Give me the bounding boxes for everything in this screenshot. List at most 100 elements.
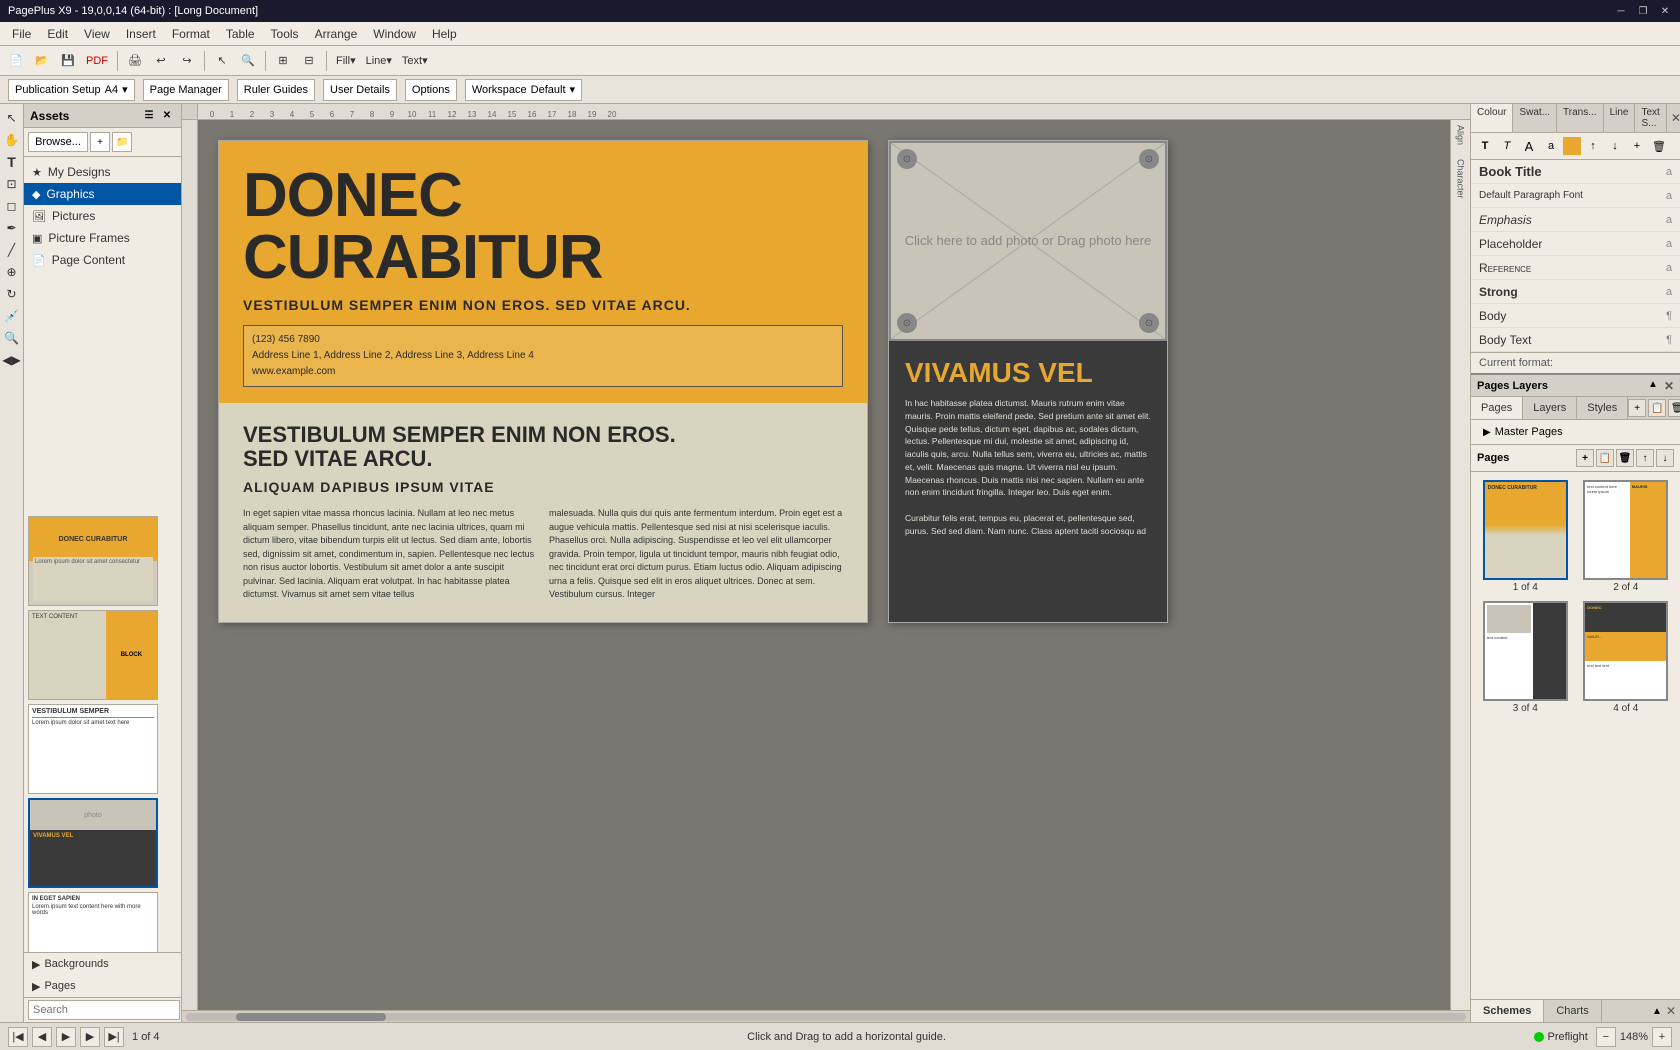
crop-tool[interactable]: ⊕ <box>2 262 22 282</box>
snap-btn[interactable]: ⊞ <box>271 49 295 73</box>
eyedropper-tool[interactable]: 💉 <box>2 306 22 326</box>
text-btn[interactable]: Text ▾ <box>398 49 432 73</box>
redo-btn[interactable]: ↪ <box>175 49 199 73</box>
h-scrollbar[interactable] <box>198 1010 1470 1022</box>
menu-view[interactable]: View <box>76 25 118 43</box>
ruler-guides-btn[interactable]: Ruler Guides <box>237 79 315 101</box>
assets-close-btn[interactable]: ✕ <box>159 108 175 124</box>
page-1[interactable]: DONEC CURABITUR VESTIBULUM SEMPER ENIM N… <box>218 140 868 623</box>
menu-edit[interactable]: Edit <box>39 25 76 43</box>
ts-btn-A-upper[interactable]: A <box>1519 136 1539 156</box>
user-details-btn[interactable]: User Details <box>323 79 397 101</box>
page-thumb-2[interactable]: text content here lorem ipsum MAURIS 2 o… <box>1580 480 1673 593</box>
undo-btn[interactable]: ↩ <box>149 49 173 73</box>
pages-up-btn[interactable]: ↑ <box>1636 449 1654 467</box>
ts-placeholder[interactable]: Placeholder a <box>1471 232 1680 256</box>
pl-btn-2[interactable]: 📋 <box>1648 399 1666 417</box>
workspace-btn[interactable]: Workspace Default ▾ <box>465 79 582 101</box>
canvas-area[interactable]: 0 1 2 3 4 5 6 7 8 9 10 11 12 13 14 15 16… <box>182 104 1470 1022</box>
new-btn[interactable]: 📄 <box>4 49 28 73</box>
photo-frame[interactable]: ⊙ ⊙ ⊙ ⊙ Click here to add photo or Drag … <box>889 141 1167 341</box>
menu-help[interactable]: Help <box>424 25 465 43</box>
search-input[interactable] <box>28 1000 180 1020</box>
publication-setup-btn[interactable]: Publication Setup A4 ▾ <box>8 79 135 101</box>
menu-window[interactable]: Window <box>365 25 424 43</box>
open-btn[interactable]: 📂 <box>30 49 54 73</box>
zoom-out-btn[interactable]: − <box>1596 1027 1616 1047</box>
fill-btn[interactable]: Fill ▾ <box>332 49 360 73</box>
line-btn[interactable]: Line ▾ <box>362 49 396 73</box>
tab-swatches[interactable]: Swat... <box>1513 104 1557 132</box>
page-thumb-1[interactable]: DONEC CURABITUR 1 of 4 <box>1479 480 1572 593</box>
pages-close-btn[interactable]: ✕ <box>1664 379 1674 393</box>
tab-transparency[interactable]: Trans... <box>1557 104 1604 132</box>
tab-colour[interactable]: Colour <box>1471 104 1513 132</box>
pl-tab-styles[interactable]: Styles <box>1577 397 1628 419</box>
tab-textstyles[interactable]: Text S... <box>1635 104 1666 132</box>
thumb-5[interactable]: IN EGET SAPIEN Lorem ipsum text content … <box>28 892 158 952</box>
print-btn[interactable]: 🖨 <box>123 49 147 73</box>
ts-btn-T2[interactable]: T <box>1497 136 1517 156</box>
menu-insert[interactable]: Insert <box>118 25 164 43</box>
tab-line[interactable]: Line <box>1604 104 1636 132</box>
zoom-btn[interactable]: 🔍 <box>236 49 260 73</box>
browse-btn[interactable]: Browse... <box>28 132 88 152</box>
pages-copy-btn[interactable]: 📋 <box>1596 449 1614 467</box>
pan-tool[interactable]: ✋ <box>2 130 22 150</box>
prev-page-btn[interactable]: ◀ <box>32 1027 52 1047</box>
top-panel-close[interactable]: ✕ <box>1671 111 1680 125</box>
pages-del-btn[interactable]: 🗑 <box>1616 449 1634 467</box>
thumb-2[interactable]: TEXT CONTENT BLOCK <box>28 610 158 700</box>
tab-charts[interactable]: Charts <box>1544 1000 1601 1022</box>
ts-btn-down[interactable]: ↓ <box>1605 136 1625 156</box>
ts-btn-up[interactable]: ↑ <box>1583 136 1603 156</box>
ts-btn-new[interactable]: + <box>1627 136 1647 156</box>
grid-btn[interactable]: ⊟ <box>297 49 321 73</box>
thumb-3[interactable]: VESTIBULUM SEMPER Lorem ipsum dolor sit … <box>28 704 158 794</box>
options-btn[interactable]: Options <box>405 79 457 101</box>
schemes-close[interactable]: ✕ <box>1666 1004 1676 1018</box>
schemes-expand[interactable]: ▲ <box>1652 1006 1662 1017</box>
menu-tools[interactable]: Tools <box>263 25 307 43</box>
menu-file[interactable]: File <box>4 25 39 43</box>
backgrounds-section[interactable]: ▶ Backgrounds <box>24 953 181 975</box>
shape-tool[interactable]: ◻ <box>2 196 22 216</box>
tab-schemes[interactable]: Schemes <box>1471 1000 1544 1022</box>
pen-tool[interactable]: ✒ <box>2 218 22 238</box>
assets-add-btn[interactable]: + <box>90 132 110 152</box>
ts-body-text[interactable]: Body Text ¶ <box>1471 328 1680 352</box>
thumb-1[interactable]: DONEC CURABITUR Lorem ipsum dolor sit am… <box>28 516 158 606</box>
ts-btn-a-lower[interactable]: a <box>1541 136 1561 156</box>
ts-body[interactable]: Body ¶ <box>1471 304 1680 328</box>
frame-tool[interactable]: ⊡ <box>2 174 22 194</box>
pages-section[interactable]: ▶ Pages <box>24 975 181 997</box>
first-page-btn[interactable]: |◀ <box>8 1027 28 1047</box>
next-page-btn[interactable]: ▶ <box>80 1027 100 1047</box>
thumb-4[interactable]: photo VIVAMUS VEL <box>28 798 158 888</box>
last-page-btn[interactable]: ▶| <box>104 1027 124 1047</box>
pl-btn-3[interactable]: 🗑 <box>1668 399 1680 417</box>
pages-dn-btn[interactable]: ↓ <box>1656 449 1674 467</box>
page-thumb-3[interactable]: text content 3 of 4 <box>1479 601 1572 714</box>
pages-add-btn[interactable]: + <box>1576 449 1594 467</box>
pdf-btn[interactable]: PDF <box>82 49 112 73</box>
ts-strong[interactable]: Strong a <box>1471 280 1680 304</box>
nav-picture-frames[interactable]: ▣ Picture Frames <box>24 227 181 249</box>
scroll-thumb[interactable] <box>236 1013 386 1021</box>
text-tool[interactable]: T <box>2 152 22 172</box>
save-btn[interactable]: 💾 <box>56 49 80 73</box>
pointer-btn[interactable]: ↖ <box>210 49 234 73</box>
rotate-tool[interactable]: ↻ <box>2 284 22 304</box>
restore-button[interactable]: ❐ <box>1636 4 1650 18</box>
zoom-tool[interactable]: 🔍 <box>2 328 22 348</box>
play-btn[interactable]: ▶ <box>56 1027 76 1047</box>
nav-arrows[interactable]: ◀▶ <box>2 350 22 370</box>
ts-default-para[interactable]: Default Paragraph Font a <box>1471 184 1680 208</box>
pages-expand-btn[interactable]: ▲ <box>1648 379 1658 393</box>
nav-graphics[interactable]: ◆ Graphics <box>24 183 181 205</box>
close-button[interactable]: ✕ <box>1658 4 1672 18</box>
menu-table[interactable]: Table <box>218 25 263 43</box>
nav-my-designs[interactable]: ★ My Designs <box>24 161 181 183</box>
ts-emphasis[interactable]: Emphasis a <box>1471 208 1680 232</box>
pl-btn-1[interactable]: + <box>1628 399 1646 417</box>
